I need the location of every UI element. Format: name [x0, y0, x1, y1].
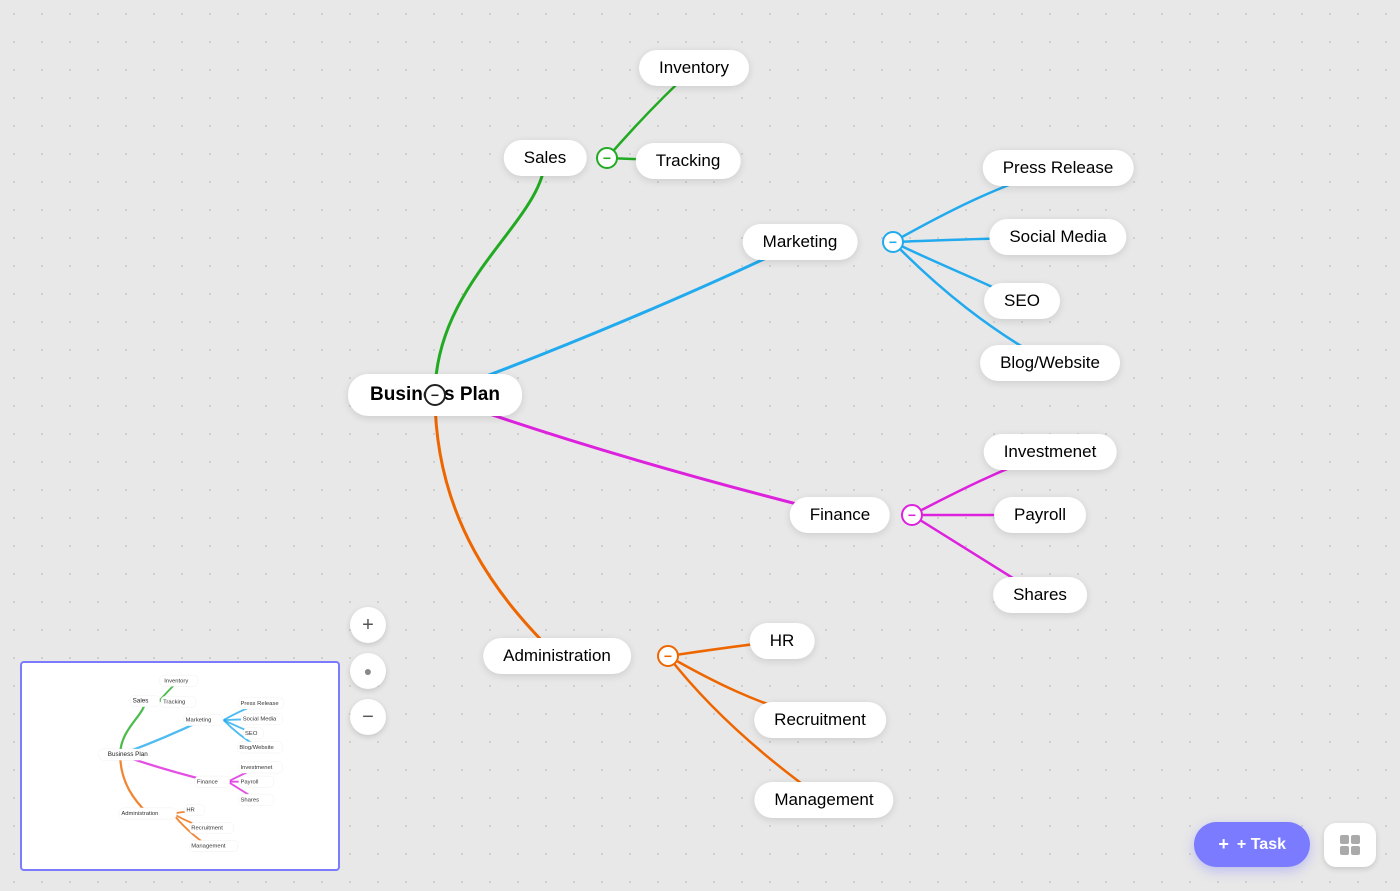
svg-text:Blog/Website: Blog/Website [239, 745, 273, 751]
node-investmenet[interactable]: Investmenet [984, 434, 1117, 470]
node-social-media[interactable]: Social Media [989, 219, 1126, 255]
collapse-btn-marketing[interactable]: − [882, 231, 904, 253]
node-administration[interactable]: Administration [483, 638, 631, 674]
node-finance[interactable]: Finance [790, 497, 890, 533]
svg-text:Inventory: Inventory [164, 678, 188, 684]
node-press-release[interactable]: Press Release [983, 150, 1134, 186]
svg-text:Recruitment: Recruitment [191, 826, 223, 832]
svg-text:Sales: Sales [133, 698, 149, 705]
collapse-btn-finance[interactable]: − [901, 504, 923, 526]
svg-text:Social Media: Social Media [243, 717, 277, 723]
task-button[interactable]: + + Task [1194, 822, 1310, 867]
grid-icon [1338, 833, 1362, 857]
task-plus-icon: + [1218, 834, 1229, 855]
minimap-svg: Business Plan Sales Inventory Tracking M… [22, 663, 338, 869]
node-payroll[interactable]: Payroll [994, 497, 1086, 533]
minimap: Business Plan Sales Inventory Tracking M… [20, 661, 340, 871]
svg-text:Administration: Administration [121, 811, 158, 817]
svg-text:Business Plan: Business Plan [108, 751, 148, 758]
svg-text:Payroll: Payroll [240, 779, 258, 785]
svg-text:Management: Management [191, 844, 226, 850]
svg-text:Finance: Finance [197, 779, 218, 785]
svg-text:Tracking: Tracking [163, 699, 185, 705]
svg-text:HR: HR [186, 808, 194, 814]
zoom-in-button[interactable]: + [350, 607, 386, 643]
node-seo[interactable]: SEO [984, 283, 1060, 319]
node-management[interactable]: Management [754, 782, 893, 818]
collapse-btn-business-plan[interactable]: − [424, 384, 446, 406]
reset-button[interactable]: ● [350, 653, 386, 689]
collapse-btn-sales[interactable]: − [596, 147, 618, 169]
svg-text:Marketing: Marketing [186, 718, 212, 724]
grid-button[interactable] [1324, 823, 1376, 867]
node-inventory[interactable]: Inventory [639, 50, 749, 86]
collapse-btn-administration[interactable]: − [657, 645, 679, 667]
node-recruitment[interactable]: Recruitment [754, 702, 886, 738]
node-blog-website[interactable]: Blog/Website [980, 345, 1120, 381]
svg-text:Investmenet: Investmenet [240, 765, 272, 771]
svg-text:SEO: SEO [245, 731, 258, 737]
node-sales[interactable]: Sales [504, 140, 587, 176]
node-marketing[interactable]: Marketing [743, 224, 858, 260]
node-hr[interactable]: HR [750, 623, 815, 659]
svg-text:Press Release: Press Release [240, 701, 278, 707]
mind-map-canvas[interactable]: Business Plan Sales Inventory Tracking M… [0, 0, 1400, 891]
zoom-out-button[interactable]: − [350, 699, 386, 735]
node-shares[interactable]: Shares [993, 577, 1087, 613]
svg-text:Shares: Shares [240, 797, 259, 803]
node-tracking[interactable]: Tracking [636, 143, 741, 179]
